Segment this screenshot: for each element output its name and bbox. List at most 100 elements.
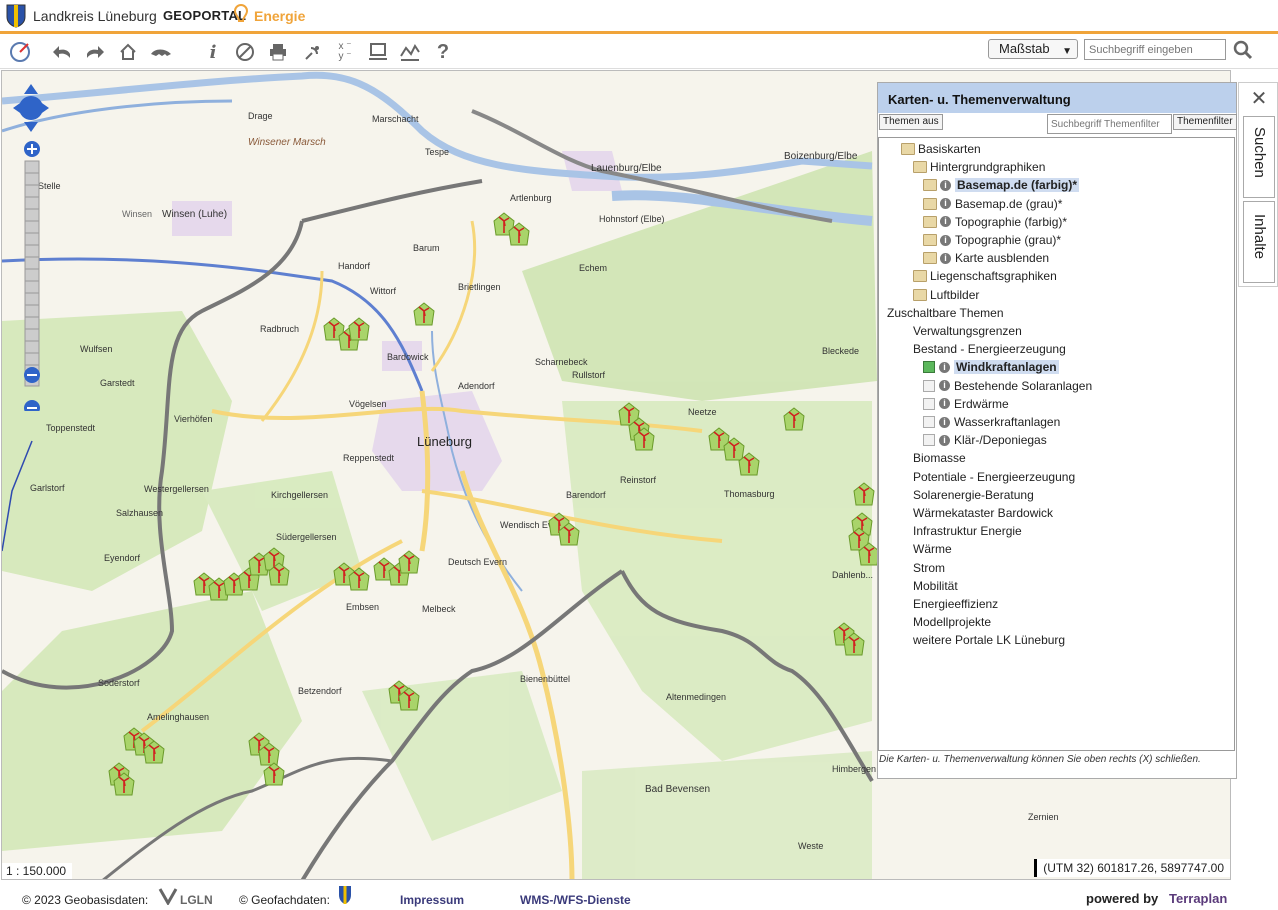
info-icon[interactable]: i (939, 416, 950, 428)
info-icon[interactable]: i (939, 361, 950, 373)
tree-item[interactable]: i Klär-/Deponiegas (923, 431, 1047, 449)
wind-turbine-marker[interactable] (397, 686, 421, 712)
tree-item[interactable]: Verwaltungsgrenzen (913, 322, 1022, 340)
tree-item[interactable]: Biomasse (913, 449, 966, 467)
tree-item[interactable]: Wärmekataster Bardowick (913, 504, 1053, 522)
place-label: Rullstorf (572, 370, 606, 380)
layer-checkbox[interactable] (923, 379, 935, 392)
wind-turbine-marker[interactable] (347, 566, 371, 592)
pan-control[interactable] (12, 83, 50, 133)
layer-checkbox[interactable] (923, 416, 935, 428)
info-icon[interactable]: i (940, 179, 951, 191)
wind-turbine-marker[interactable] (507, 221, 531, 247)
info-icon[interactable]: i (940, 198, 951, 210)
tree-item[interactable]: i Basemap.de (farbig)* (923, 176, 1080, 194)
print-icon[interactable] (266, 40, 290, 64)
place-label: Eyendorf (104, 553, 141, 563)
themes-off-button[interactable]: Themen aus (879, 114, 943, 130)
tree-item[interactable]: Mobilität (913, 577, 958, 595)
gps-icon[interactable] (301, 40, 325, 64)
info-icon[interactable]: i (940, 216, 951, 228)
measure-icon[interactable] (366, 40, 390, 64)
tree-item[interactable]: i Karte ausblenden (923, 249, 1049, 267)
wind-turbine-marker[interactable] (397, 549, 421, 575)
layer-checkbox[interactable] (923, 397, 935, 410)
tree-item[interactable]: i Topographie (grau)* (923, 231, 1061, 249)
help-icon[interactable]: ? (431, 40, 455, 64)
wind-turbine-marker[interactable] (142, 739, 166, 765)
info-icon[interactable]: i (940, 234, 951, 246)
tab-contents-label: Inhalte (1251, 214, 1268, 260)
info-icon[interactable]: i (939, 398, 950, 410)
wind-turbine-marker[interactable] (852, 481, 876, 507)
wind-turbine-marker[interactable] (632, 426, 656, 452)
tree-item[interactable]: Wärme (913, 540, 952, 558)
info-icon[interactable]: i (939, 380, 950, 392)
tree-item[interactable]: i Wasserkraftanlagen (923, 413, 1060, 431)
tab-contents[interactable]: Inhalte (1243, 201, 1275, 283)
tree-item[interactable]: i Erdwärme (923, 395, 1009, 413)
layer-checkbox[interactable] (923, 434, 935, 447)
zoom-slider[interactable] (22, 141, 42, 411)
wms-wfs-link[interactable]: WMS-/WFS-Dienste (520, 893, 631, 907)
tree-item[interactable]: Modellprojekte (913, 613, 991, 631)
forward-arrow-icon[interactable] (83, 40, 107, 64)
close-icon[interactable]: ✕ (1243, 86, 1275, 116)
tree-item[interactable]: Basiskarten (901, 140, 981, 158)
scale-select[interactable]: Maßstab ▼ (988, 39, 1078, 59)
impressum-link[interactable]: Impressum (400, 893, 464, 907)
tab-search[interactable]: Suchen (1243, 116, 1275, 198)
tree-item[interactable]: i Windkraftanlagen (923, 358, 1059, 376)
tree-item[interactable]: Liegenschaftsgraphiken (913, 267, 1057, 285)
info-icon[interactable]: i (939, 434, 950, 446)
folder-icon (923, 234, 937, 246)
tree-item[interactable]: i Bestehende Solaranlagen (923, 377, 1092, 395)
place-label: Winsener Marsch (248, 137, 326, 148)
tree-item[interactable]: i Topographie (farbig)* (923, 213, 1067, 231)
back-arrow-icon[interactable] (50, 40, 74, 64)
wind-turbine-marker[interactable] (112, 771, 136, 797)
wind-turbine-marker[interactable] (347, 316, 371, 342)
search-input[interactable] (1084, 39, 1226, 60)
xy-coordinates-icon[interactable]: x ⁻ y ⁻ (333, 40, 357, 64)
tree-item-label: Bestehende Solaranlagen (954, 378, 1093, 393)
search-icon[interactable] (1232, 39, 1254, 61)
wind-turbine-marker[interactable] (557, 521, 581, 547)
tree-item[interactable]: Potentiale - Energieerzeugung (913, 468, 1075, 486)
tree-item[interactable]: Hintergrundgraphiken (913, 158, 1045, 176)
wind-turbine-marker[interactable] (262, 761, 286, 787)
tree-item[interactable]: Energieeffizienz (913, 595, 998, 613)
tree-item[interactable]: Zuschaltbare Themen (887, 304, 1004, 322)
scale-select-label: Maßstab (999, 41, 1050, 56)
wind-turbine-marker[interactable] (267, 561, 291, 587)
compass-icon[interactable] (8, 40, 32, 64)
terraplan-link[interactable]: Terraplan (1169, 891, 1227, 906)
tree-item[interactable]: Bestand - Energieerzeugung (913, 340, 1066, 358)
profile-icon[interactable] (398, 40, 422, 64)
powered-by-label: powered by (1086, 891, 1159, 906)
tree-item[interactable]: Strom (913, 559, 945, 577)
geobasis-credit: © 2023 Geobasisdaten: (22, 893, 149, 907)
tree-item-label: Basiskarten (918, 142, 981, 156)
theme-filter-button[interactable]: Themenfilter (1173, 114, 1237, 130)
info-icon[interactable]: i (940, 252, 951, 264)
tree-item[interactable]: weitere Portale LK Lüneburg (913, 631, 1065, 649)
tree-item[interactable]: i Basemap.de (grau)* (923, 195, 1062, 213)
stop-icon[interactable] (233, 40, 257, 64)
tree-item[interactable]: Solarenergie-Beratung (913, 486, 1034, 504)
tree-item[interactable]: Luftbilder (913, 286, 979, 304)
wind-turbine-marker[interactable] (782, 406, 806, 432)
wind-turbine-marker[interactable] (737, 451, 761, 477)
tree-item[interactable]: Infrastruktur Energie (913, 522, 1022, 540)
info-icon[interactable]: i (201, 40, 225, 64)
bulb-pin-icon (233, 3, 249, 22)
place-label: Tespe (425, 147, 450, 157)
panel-note: Die Karten- u. Themenverwaltung können S… (879, 754, 1201, 765)
layer-checkbox[interactable] (923, 361, 935, 374)
folder-icon (923, 215, 937, 228)
home-icon[interactable] (116, 40, 140, 64)
wind-turbine-marker[interactable] (842, 631, 866, 657)
theme-filter-input[interactable] (1047, 114, 1172, 134)
wind-turbine-marker[interactable] (412, 301, 436, 327)
hand-pan-icon[interactable] (149, 40, 173, 64)
